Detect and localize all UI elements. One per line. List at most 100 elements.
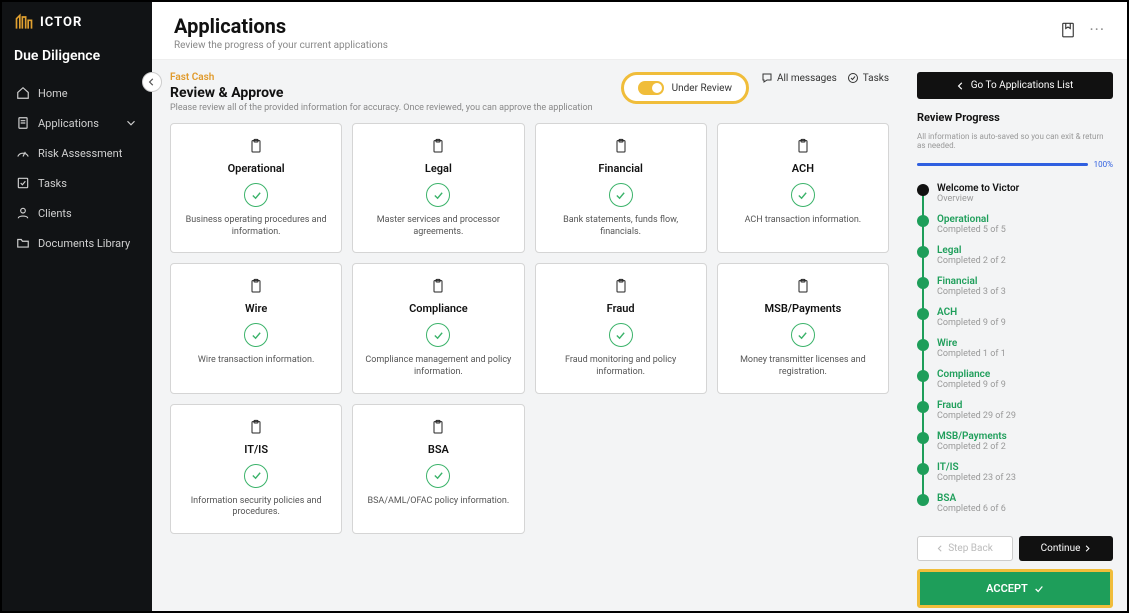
step-name: Financial bbox=[937, 276, 1006, 287]
bookmark-icon[interactable] bbox=[1059, 21, 1077, 39]
step-name: Wire bbox=[937, 338, 1006, 349]
card-description: Business operating procedures and inform… bbox=[181, 215, 331, 238]
step-sub: Completed 9 of 9 bbox=[937, 380, 1006, 390]
progress-step[interactable]: Welcome to Victor Overview bbox=[917, 183, 1113, 214]
card-title: Legal bbox=[425, 162, 452, 175]
application-tag: Fast Cash bbox=[170, 72, 609, 83]
card-title: Compliance bbox=[409, 302, 468, 315]
status-pill[interactable]: Under Review bbox=[621, 72, 749, 104]
step-sub: Completed 29 of 29 bbox=[937, 411, 1016, 421]
nav-documents-library[interactable]: Documents Library bbox=[2, 228, 152, 258]
category-card[interactable]: ACH ACH transaction information. bbox=[717, 123, 889, 253]
status-check-icon bbox=[609, 183, 633, 207]
user-icon bbox=[16, 206, 30, 220]
folder-icon bbox=[16, 236, 30, 250]
progress-step[interactable]: ACH Completed 9 of 9 bbox=[917, 307, 1113, 338]
progress-step[interactable]: Legal Completed 2 of 2 bbox=[917, 245, 1113, 276]
card-description: Compliance management and policy informa… bbox=[363, 355, 513, 378]
document-icon bbox=[16, 116, 30, 130]
card-title: Operational bbox=[228, 162, 285, 175]
status-check-icon bbox=[791, 323, 815, 347]
brand-logo: ICTOR bbox=[2, 2, 152, 42]
tasks-link[interactable]: Tasks bbox=[847, 72, 889, 84]
cards-grid: Operational Business operating procedure… bbox=[170, 123, 889, 534]
nav-risk-assessment[interactable]: Risk Assessment bbox=[2, 138, 152, 168]
chevron-left-icon bbox=[148, 78, 156, 86]
go-to-applications-button[interactable]: Go To Applications List bbox=[917, 72, 1113, 99]
step-sub: Completed 3 of 3 bbox=[937, 287, 1006, 297]
progress-step[interactable]: Compliance Completed 9 of 9 bbox=[917, 369, 1113, 400]
card-title: BSA bbox=[428, 443, 449, 456]
category-card[interactable]: IT/IS Information security policies and … bbox=[170, 404, 342, 534]
card-description: BSA/AML/OFAC policy information. bbox=[367, 496, 509, 508]
category-card[interactable]: MSB/Payments Money transmitter licenses … bbox=[717, 263, 889, 393]
status-check-icon bbox=[426, 323, 450, 347]
nav-tasks[interactable]: Tasks bbox=[2, 168, 152, 198]
step-sub: Completed 2 of 2 bbox=[937, 256, 1006, 266]
progress-step[interactable]: BSA Completed 6 of 6 bbox=[917, 493, 1113, 524]
step-dot-icon bbox=[917, 432, 929, 444]
clipboard-icon bbox=[795, 138, 811, 154]
category-card[interactable]: Operational Business operating procedure… bbox=[170, 123, 342, 253]
step-name: Compliance bbox=[937, 369, 1006, 380]
check-circle-icon bbox=[847, 72, 859, 84]
nav-home[interactable]: Home bbox=[2, 78, 152, 108]
category-card[interactable]: Wire Wire transaction information. bbox=[170, 263, 342, 393]
chat-icon bbox=[761, 72, 773, 84]
page-title: Applications bbox=[174, 14, 1059, 38]
progress-step[interactable]: Wire Completed 1 of 1 bbox=[917, 338, 1113, 369]
progress-step[interactable]: Fraud Completed 29 of 29 bbox=[917, 400, 1113, 431]
card-description: Bank statements, funds flow, financials. bbox=[546, 215, 696, 238]
category-card[interactable]: Legal Master services and processor agre… bbox=[352, 123, 524, 253]
status-toggle[interactable] bbox=[638, 81, 664, 95]
status-check-icon bbox=[426, 464, 450, 488]
step-sub: Completed 5 of 5 bbox=[937, 225, 1006, 235]
clipboard-icon bbox=[795, 278, 811, 294]
home-icon bbox=[16, 86, 30, 100]
module-title: Due Diligence bbox=[2, 42, 152, 74]
progress-title: Review Progress bbox=[917, 111, 1113, 124]
status-check-icon bbox=[244, 464, 268, 488]
step-dot-icon bbox=[917, 184, 929, 196]
progress-bar bbox=[917, 163, 1088, 166]
continue-button[interactable]: Continue bbox=[1019, 536, 1113, 561]
right-panel: Go To Applications List Review Progress … bbox=[907, 60, 1127, 611]
progress-step[interactable]: Operational Completed 5 of 5 bbox=[917, 214, 1113, 245]
card-title: Wire bbox=[245, 302, 267, 315]
step-dot-icon bbox=[917, 308, 929, 320]
step-name: IT/IS bbox=[937, 462, 1016, 473]
chevron-down-icon bbox=[124, 116, 138, 130]
clipboard-icon bbox=[248, 419, 264, 435]
progress-step[interactable]: MSB/Payments Completed 2 of 2 bbox=[917, 431, 1113, 462]
step-back-button: Step Back bbox=[917, 536, 1013, 561]
category-card[interactable]: Fraud Fraud monitoring and policy inform… bbox=[535, 263, 707, 393]
card-title: Financial bbox=[598, 162, 642, 175]
step-sub: Completed 9 of 9 bbox=[937, 318, 1006, 328]
step-dot-icon bbox=[917, 494, 929, 506]
nav-applications[interactable]: Applications bbox=[2, 108, 152, 138]
status-check-icon bbox=[609, 323, 633, 347]
brand-name: ICTOR bbox=[40, 15, 82, 30]
more-menu-button[interactable]: ··· bbox=[1089, 20, 1105, 39]
step-name: Welcome to Victor bbox=[937, 183, 1019, 194]
collapse-sidebar-button[interactable] bbox=[142, 72, 162, 92]
step-sub: Completed 1 of 1 bbox=[937, 349, 1006, 359]
category-card[interactable]: Compliance Compliance management and pol… bbox=[352, 263, 524, 393]
category-card[interactable]: BSA BSA/AML/OFAC policy information. bbox=[352, 404, 524, 534]
accept-button[interactable]: ACCEPT bbox=[917, 569, 1113, 608]
nav-clients[interactable]: Clients bbox=[2, 198, 152, 228]
page-subtitle: Review the progress of your current appl… bbox=[174, 40, 1059, 51]
gauge-icon bbox=[16, 146, 30, 160]
step-name: ACH bbox=[937, 307, 1006, 318]
step-name: Operational bbox=[937, 214, 1006, 225]
step-sub: Overview bbox=[937, 194, 1019, 204]
progress-step[interactable]: IT/IS Completed 23 of 23 bbox=[917, 462, 1113, 493]
step-dot-icon bbox=[917, 339, 929, 351]
step-dot-icon bbox=[917, 370, 929, 382]
category-card[interactable]: Financial Bank statements, funds flow, f… bbox=[535, 123, 707, 253]
step-dot-icon bbox=[917, 463, 929, 475]
card-title: ACH bbox=[792, 162, 814, 175]
all-messages-link[interactable]: All messages bbox=[761, 72, 837, 84]
card-description: Money transmitter licenses and registrat… bbox=[728, 355, 878, 378]
progress-step[interactable]: Financial Completed 3 of 3 bbox=[917, 276, 1113, 307]
